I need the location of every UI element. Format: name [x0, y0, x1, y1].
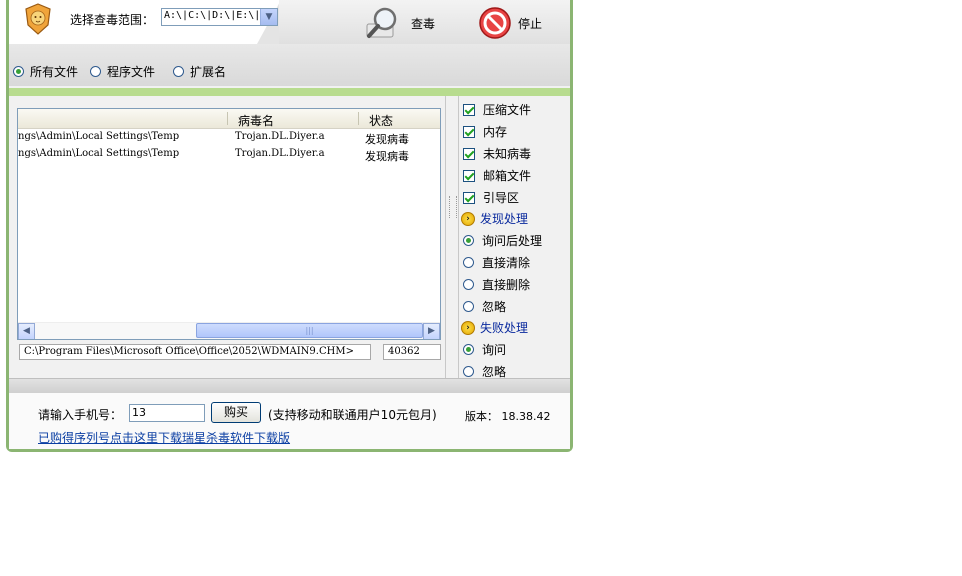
green-divider — [9, 88, 570, 96]
column-separator — [358, 112, 359, 125]
checkbox-icon[interactable] — [463, 147, 475, 160]
radio-icon[interactable] — [463, 301, 474, 312]
arrow-right-icon: › — [461, 211, 475, 226]
version-info: 版本： 18.38.42 — [465, 408, 550, 424]
current-file-path: C:\Program Files\Microsoft Office\Office… — [19, 344, 371, 360]
magnifier-icon — [366, 7, 397, 38]
radio-icon[interactable] — [463, 257, 474, 268]
found-option-delete[interactable]: 直接删除 — [463, 276, 530, 293]
arrow-right-icon: › — [461, 320, 475, 335]
lion-logo-icon — [25, 3, 51, 35]
row-path: ngs\Admin\Local Settings\Temp — [18, 148, 180, 159]
option-label: 忽略 — [482, 300, 507, 314]
phone-input[interactable]: 13 — [129, 404, 205, 422]
option-label: 压缩文件 — [483, 103, 532, 117]
scroll-left-icon[interactable]: ◀ — [18, 323, 35, 339]
filter-program-files[interactable]: 程序文件 — [90, 63, 155, 80]
radio-icon[interactable] — [13, 66, 24, 77]
stop-icon — [479, 7, 511, 39]
radio-icon[interactable] — [463, 279, 474, 290]
option-label: 邮箱文件 — [483, 169, 532, 183]
found-option-ask[interactable]: 询问后处理 — [463, 232, 542, 249]
row-status: 发现病毒 — [365, 150, 409, 163]
results-header: 病毒名 状态 — [18, 109, 440, 129]
scan-range-label: 选择查毒范围： — [70, 13, 155, 27]
footer: 请输入手机号： 13 购买 (支持移动和联通用户10元包月) 版本： 18.38… — [9, 393, 570, 449]
option-boot-sector[interactable]: 引导区 — [463, 189, 519, 206]
found-option-clean[interactable]: 直接清除 — [463, 254, 530, 271]
version-value: 18.38.42 — [501, 410, 551, 423]
scan-button-label: 查毒 — [411, 16, 436, 31]
row-path: ngs\Admin\Local Settings\Temp — [18, 131, 180, 142]
filter-program-files-label: 程序文件 — [107, 65, 156, 79]
stop-button-label: 停止 — [518, 16, 543, 31]
status-divider — [9, 378, 570, 393]
panel-splitter[interactable] — [445, 96, 459, 378]
option-label: 询问后处理 — [482, 234, 543, 248]
scroll-thumb[interactable]: ||| — [196, 323, 423, 338]
download-link[interactable]: 已购得序列号点击这里下载瑞星杀毒软件下载版 — [38, 429, 290, 446]
version-label: 版本： — [465, 410, 498, 423]
column-status[interactable]: 状态 — [369, 112, 393, 129]
grip-icon[interactable] — [449, 196, 457, 218]
checkbox-icon[interactable] — [463, 191, 475, 204]
filter-all-files[interactable]: 所有文件 — [13, 63, 78, 80]
antivirus-window: 选择查毒范围： A:\|C:\|D:\|E:\| ▼ 查毒 停止 所有文件 程序… — [6, 0, 573, 452]
scan-button[interactable]: 查毒 — [365, 6, 435, 40]
section-title: 失败处理 — [480, 321, 529, 335]
radio-icon[interactable] — [463, 235, 474, 246]
scroll-right-icon[interactable]: ▶ — [423, 323, 440, 339]
chevron-down-icon[interactable]: ▼ — [260, 9, 277, 25]
row-virus: Trojan.DL.Diyer.a — [235, 148, 325, 159]
option-label: 直接清除 — [482, 256, 531, 270]
row-status: 发现病毒 — [365, 133, 409, 146]
scan-range-select[interactable]: A:\|C:\|D:\|E:\| ▼ — [161, 8, 278, 26]
phone-label: 请输入手机号： — [38, 408, 123, 422]
fail-handling-section[interactable]: › 失败处理 — [461, 319, 528, 336]
option-label: 未知病毒 — [483, 147, 532, 161]
option-label: 内存 — [483, 125, 508, 139]
radio-icon[interactable] — [463, 366, 474, 377]
file-filter-bar: 所有文件 程序文件 扩展名 — [9, 44, 570, 86]
horizontal-scrollbar[interactable]: ◀ ||| ▶ — [18, 322, 440, 339]
checkbox-icon[interactable] — [463, 103, 475, 116]
option-compressed[interactable]: 压缩文件 — [463, 101, 531, 118]
option-label: 直接删除 — [482, 278, 531, 292]
section-title: 发现处理 — [480, 212, 529, 226]
option-label: 引导区 — [483, 191, 520, 205]
options-panel: 压缩文件 内存 未知病毒 邮箱文件 引导区 › 发现处理 询问后处理 直接清除 … — [461, 96, 570, 379]
checkbox-icon[interactable] — [463, 125, 475, 138]
checkbox-icon[interactable] — [463, 169, 475, 182]
buy-note: (支持移动和联通用户10元包月) — [268, 408, 437, 422]
radio-icon[interactable] — [463, 344, 474, 355]
column-virus-name[interactable]: 病毒名 — [238, 112, 274, 129]
table-row[interactable]: ngs\Admin\Local Settings\Temp Trojan.DL.… — [18, 147, 440, 163]
found-handling-section[interactable]: › 发现处理 — [461, 210, 528, 227]
option-label: 询问 — [482, 343, 507, 357]
found-option-ignore[interactable]: 忽略 — [463, 298, 506, 315]
main-panel: 病毒名 状态 ngs\Admin\Local Settings\Temp Tro… — [9, 96, 570, 379]
option-memory[interactable]: 内存 — [463, 123, 507, 140]
row-virus: Trojan.DL.Diyer.a — [235, 131, 325, 142]
column-separator — [227, 112, 228, 125]
radio-icon[interactable] — [90, 66, 101, 77]
filter-extension[interactable]: 扩展名 — [173, 63, 226, 80]
scanned-count: 40362 — [383, 344, 441, 360]
table-row[interactable]: ngs\Admin\Local Settings\Temp Trojan.DL.… — [18, 130, 440, 146]
buy-button[interactable]: 购买 — [211, 402, 261, 423]
option-mailbox[interactable]: 邮箱文件 — [463, 167, 531, 184]
fail-option-ask[interactable]: 询问 — [463, 341, 506, 358]
radio-icon[interactable] — [173, 66, 184, 77]
results-list[interactable]: 病毒名 状态 ngs\Admin\Local Settings\Temp Tro… — [17, 108, 441, 340]
scan-range-value: A:\|C:\|D:\|E:\| — [164, 10, 260, 21]
option-unknown-virus[interactable]: 未知病毒 — [463, 145, 531, 162]
filter-extension-label: 扩展名 — [190, 65, 227, 79]
filter-all-files-label: 所有文件 — [30, 65, 79, 79]
toolbar: 选择查毒范围： A:\|C:\|D:\|E:\| ▼ 查毒 停止 — [9, 0, 570, 44]
stop-button[interactable]: 停止 — [478, 6, 542, 40]
